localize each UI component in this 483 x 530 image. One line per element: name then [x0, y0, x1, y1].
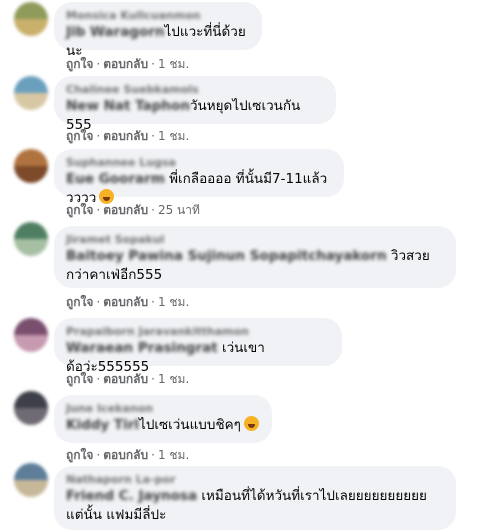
comment-bubble: Chalinee Suebkamols New Nat Taphonวันหยุ…	[54, 76, 336, 133]
comment-time[interactable]: 1 ชม.	[158, 129, 189, 143]
comment-time[interactable]: 1 ชม.	[158, 448, 189, 462]
reply-link[interactable]: ตอบกลับ	[103, 203, 148, 217]
comment-actions: ถูกใจ · ตอบกลับ · 1 ชม.	[66, 129, 190, 143]
comment-bubble: June Icekanon Kiddy Tirlไปเซเว่นแบบชิคๆ	[54, 395, 272, 443]
comment-bubble: Suphannee Lugsa Eue Goorarm พี่เกลืออออ …	[54, 149, 344, 206]
avatar-fill	[14, 318, 48, 337]
reply-link[interactable]: ตอบกลับ	[103, 129, 148, 143]
commenter-name[interactable]: Prapaiborn Jaravankitthamon	[66, 325, 330, 339]
commenter-name[interactable]: June Icekanon	[66, 402, 260, 416]
avatar[interactable]	[14, 318, 48, 352]
comment-time[interactable]: 1 ชม.	[158, 295, 189, 309]
commenter-name[interactable]: Monsica Kullcuanmon	[66, 9, 250, 23]
comment-bubble: Nathaporn La-por Friend C. Jaynosa เหมือ…	[54, 466, 456, 530]
like-link[interactable]: ถูกใจ	[66, 295, 93, 309]
avatar-fill	[14, 239, 48, 256]
avatar-fill	[14, 408, 48, 425]
tagged-user[interactable]: Kiddy Tirl	[66, 417, 139, 433]
comment-time[interactable]: 1 ชม.	[158, 57, 189, 71]
comment-text: Friend C. Jaynosa เหมือนที่ได้หวันที่เรา…	[66, 487, 444, 525]
like-link[interactable]: ถูกใจ	[66, 372, 93, 386]
avatar-fill	[14, 19, 48, 36]
surprised-emoji-icon	[243, 416, 259, 431]
avatar[interactable]	[14, 222, 48, 256]
like-link[interactable]: ถูกใจ	[66, 448, 93, 462]
tagged-user[interactable]: Eue Goorarm	[66, 171, 165, 187]
comment-text: Baitoey Pawina Sujinun Sopapitchayakorn …	[66, 247, 444, 285]
avatar-fill	[14, 2, 48, 21]
comment-actions: ถูกใจ · ตอบกลับ · 1 ชม.	[66, 57, 190, 71]
reply-link[interactable]: ตอบกลับ	[103, 57, 148, 71]
like-link[interactable]: ถูกใจ	[66, 203, 93, 217]
tagged-user[interactable]: Waraean Prasingrat	[66, 340, 218, 356]
comment-body: ไปเซเว่นแบบชิคๆ	[139, 417, 241, 433]
tagged-user[interactable]: Jib Waragorn	[66, 24, 165, 40]
avatar[interactable]	[14, 149, 48, 183]
comment-bubble: Prapaiborn Jaravankitthamon Waraean Pras…	[54, 318, 342, 375]
commenter-name[interactable]: Suphannee Lugsa	[66, 156, 332, 170]
comment-time[interactable]: 25 นาที	[158, 203, 200, 217]
reply-link[interactable]: ตอบกลับ	[103, 295, 148, 309]
avatar-fill	[14, 149, 48, 168]
avatar[interactable]	[14, 2, 48, 36]
comment-actions: ถูกใจ · ตอบกลับ · 1 ชม.	[66, 295, 190, 309]
like-link[interactable]: ถูกใจ	[66, 129, 93, 143]
tagged-user[interactable]: Friend C. Jaynosa	[66, 488, 197, 504]
tagged-user[interactable]: Baitoey Pawina Sujinun Sopapitchayakorn	[66, 248, 387, 264]
avatar-fill	[14, 166, 48, 183]
comment-bubble: Monsica Kullcuanmon Jib Waragornไปแวะที่…	[54, 2, 262, 59]
comment-actions: ถูกใจ · ตอบกลับ · 25 นาที	[66, 203, 200, 217]
avatar-fill	[14, 76, 48, 95]
like-link[interactable]: ถูกใจ	[66, 57, 93, 71]
commenter-name[interactable]: Jiramet Sopakul	[66, 233, 444, 247]
reply-link[interactable]: ตอบกลับ	[103, 448, 148, 462]
avatar-fill	[14, 463, 48, 482]
avatar[interactable]	[14, 391, 48, 425]
avatar-fill	[14, 335, 48, 352]
comment-bubble: Jiramet Sopakul Baitoey Pawina Sujinun S…	[54, 226, 456, 288]
tagged-user[interactable]: New Nat Taphon	[66, 98, 190, 114]
comment-actions: ถูกใจ · ตอบกลับ · 1 ชม.	[66, 372, 190, 386]
comment-text: Kiddy Tirlไปเซเว่นแบบชิคๆ	[66, 416, 260, 435]
avatar-fill	[14, 480, 48, 497]
avatar-fill	[14, 391, 48, 410]
avatar-fill	[14, 93, 48, 110]
commenter-name[interactable]: Nathaporn La-por	[66, 473, 444, 487]
reply-link[interactable]: ตอบกลับ	[103, 372, 148, 386]
commenter-name[interactable]: Chalinee Suebkamols	[66, 83, 324, 97]
comment-time[interactable]: 1 ชม.	[158, 372, 189, 386]
avatar-fill	[14, 222, 48, 241]
comment-actions: ถูกใจ · ตอบกลับ · 1 ชม.	[66, 448, 190, 462]
avatar[interactable]	[14, 76, 48, 110]
avatar[interactable]	[14, 463, 48, 497]
